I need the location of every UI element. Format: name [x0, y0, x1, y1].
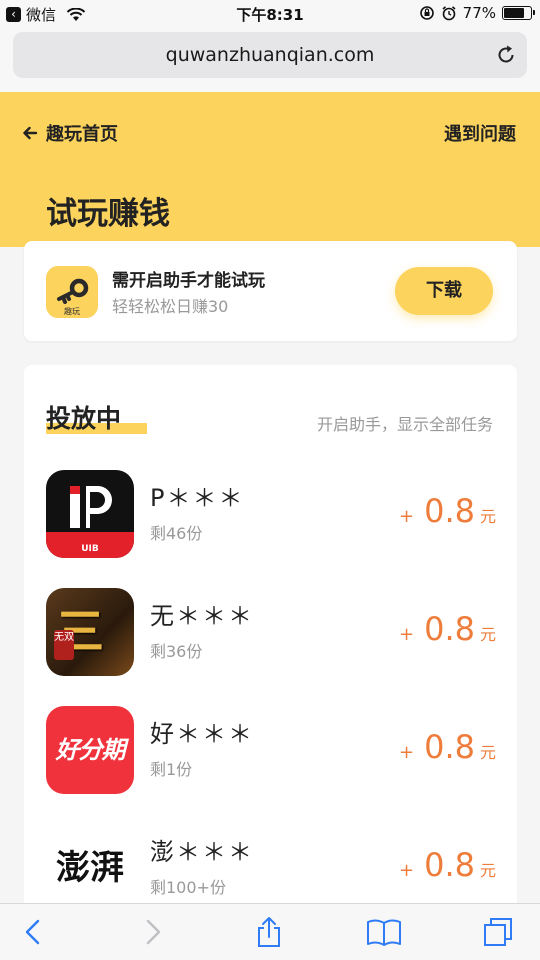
reward-unit: 元 — [479, 743, 496, 762]
p-app-icon-label: UIB — [81, 544, 99, 554]
app-remaining: 剩1份 — [150, 760, 193, 779]
reward-unit: 元 — [479, 507, 496, 526]
haofenqi-icon-label: 好分期 — [55, 736, 126, 764]
address-bar[interactable]: quwanzhuanqian.com — [13, 32, 527, 78]
task-item[interactable]: 好分期 好＊＊＊ 剩1份 + 0.8 元 — [46, 706, 496, 796]
helper-title: 需开启助手才能试玩 — [112, 271, 265, 291]
haofenqi-icon: 好分期 — [46, 706, 134, 794]
help-link[interactable]: 遇到问题 — [444, 120, 516, 146]
helper-card: 趣玩 需开启助手才能试玩 轻轻松松日赚30 下载 — [24, 241, 517, 341]
tabs-icon[interactable] — [482, 916, 514, 948]
bookmarks-icon[interactable] — [366, 916, 402, 948]
page-title: 试玩赚钱 — [46, 196, 170, 232]
rotation-lock-icon — [419, 6, 434, 20]
app-name: 好＊＊＊ — [150, 720, 254, 748]
helper-subtitle: 轻轻松松日赚30 — [112, 297, 229, 316]
p-app-icon: UIB — [46, 470, 134, 558]
reload-icon[interactable] — [495, 44, 517, 66]
page-header: 趣玩首页 遇到问题 试玩赚钱 — [0, 92, 540, 247]
reward: + 0.8 元 — [399, 492, 496, 530]
status-bar: ‹ 微信 下午8:31 77% — [0, 0, 540, 28]
sanguo-icon-badge: 无双 — [54, 630, 74, 660]
back-home-link[interactable]: 趣玩首页 — [22, 120, 118, 146]
app-name: P＊＊＊ — [150, 484, 245, 512]
back-home-label: 趣玩首页 — [46, 124, 118, 145]
reward-unit: 元 — [479, 861, 496, 880]
reward-unit: 元 — [479, 625, 496, 644]
alarm-icon — [442, 6, 456, 21]
browser-toolbar — [0, 903, 540, 960]
reward-plus: + — [399, 860, 415, 881]
helper-app-icon: 趣玩 — [46, 266, 98, 318]
helper-app-tag: 趣玩 — [64, 307, 80, 316]
reward-plus: + — [399, 742, 415, 763]
app-remaining: 剩100+份 — [150, 878, 226, 897]
app-name: 无＊＊＊ — [150, 602, 254, 630]
task-panel: 投放中 开启助手，显示全部任务 UIB P＊＊＊ 剩46份 + 0.8 元 三國… — [24, 365, 517, 925]
task-item[interactable]: UIB P＊＊＊ 剩46份 + 0.8 元 — [46, 470, 496, 560]
reward-amount: 0.8 — [424, 846, 475, 884]
reward: + 0.8 元 — [399, 728, 496, 766]
section-title: 投放中 — [46, 404, 122, 433]
battery-percent: 77% — [462, 4, 496, 22]
reward-plus: + — [399, 624, 415, 645]
pengpai-icon: 澎湃 — [46, 824, 134, 912]
pengpai-icon-label: 澎湃 — [56, 848, 124, 888]
reward-amount: 0.8 — [424, 728, 475, 766]
battery-icon — [502, 6, 535, 20]
task-item[interactable]: 三國 无双 无＊＊＊ 剩36份 + 0.8 元 — [46, 588, 496, 678]
download-button[interactable]: 下载 — [395, 267, 493, 315]
reward-amount: 0.8 — [424, 492, 475, 530]
reward-plus: + — [399, 506, 415, 527]
arrow-left-icon — [23, 126, 38, 140]
app-name: 澎＊＊＊ — [150, 838, 254, 866]
sanguo-wushuang-icon: 三國 无双 — [46, 588, 134, 676]
browser-address-area: quwanzhuanqian.com — [0, 28, 540, 92]
status-right: 77% — [419, 4, 535, 22]
reward-amount: 0.8 — [424, 610, 475, 648]
share-icon[interactable] — [253, 916, 285, 948]
reward: + 0.8 元 — [399, 846, 496, 884]
reward: + 0.8 元 — [399, 610, 496, 648]
section-hint[interactable]: 开启助手，显示全部任务 — [317, 411, 493, 435]
back-icon[interactable] — [18, 916, 50, 948]
address-url: quwanzhuanqian.com — [165, 44, 375, 66]
app-remaining: 剩46份 — [150, 524, 203, 543]
task-item[interactable]: 澎湃 澎＊＊＊ 剩100+份 + 0.8 元 — [46, 824, 496, 914]
app-remaining: 剩36份 — [150, 642, 203, 661]
forward-icon[interactable] — [136, 916, 168, 948]
